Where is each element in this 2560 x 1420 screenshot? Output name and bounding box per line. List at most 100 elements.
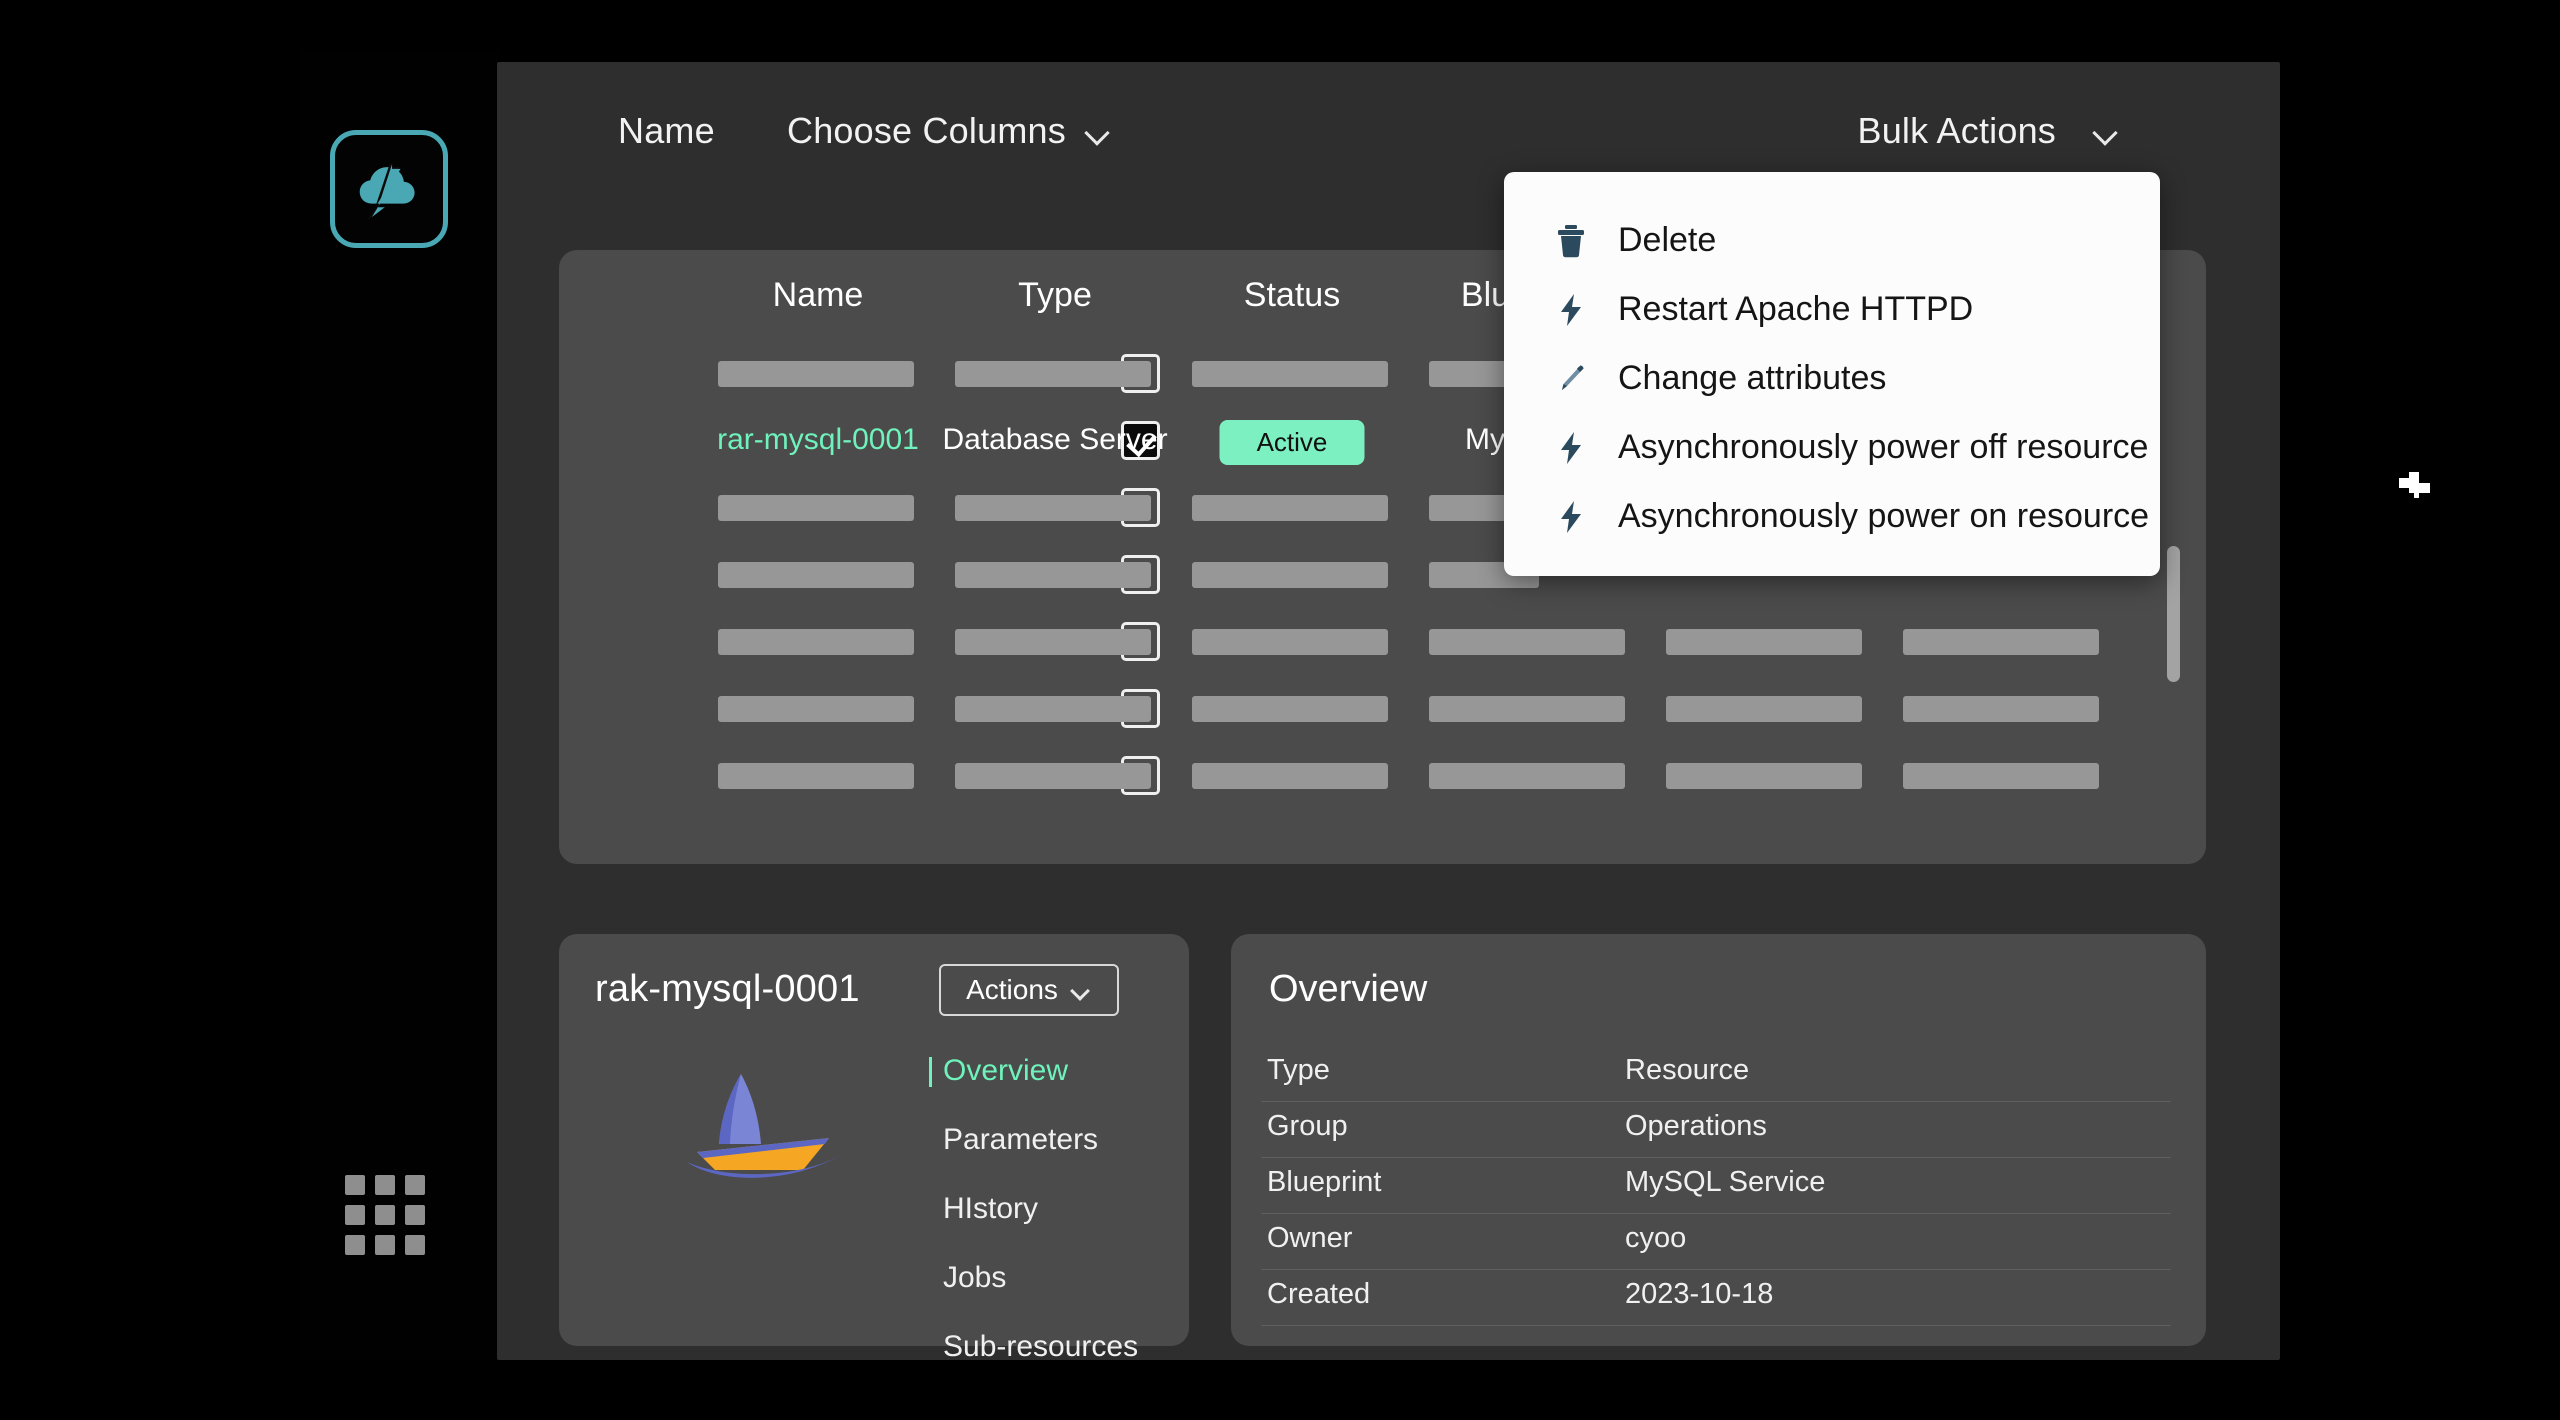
skeleton-bar	[1429, 696, 1625, 722]
bulk-actions-menu: Delete Restart Apache HTTPD Change attribu…	[1504, 172, 2160, 576]
skeleton-bar	[1192, 562, 1388, 588]
grid-dot	[375, 1175, 395, 1195]
overview-value: Resource	[1625, 1054, 1750, 1086]
toolbar-name-label: Name	[618, 110, 715, 151]
grid-dot	[375, 1235, 395, 1255]
skeleton-bar	[1192, 629, 1388, 655]
table-column-header[interactable]: Status	[1244, 276, 1340, 315]
app-grid-icon[interactable]	[345, 1175, 425, 1255]
trash-icon	[1554, 222, 1588, 260]
bulk-action-item[interactable]: Asynchronously power off resource	[1504, 413, 2160, 482]
overview-key: Owner	[1267, 1222, 1353, 1254]
table-row[interactable]	[559, 742, 2206, 809]
overview-row: Owner cyoo	[1261, 1214, 2171, 1270]
skeleton-bar	[1903, 763, 2099, 789]
status-badge: Active	[1219, 420, 1365, 465]
overview-value: cyoo	[1625, 1222, 1687, 1254]
overview-title: Overview	[1269, 968, 1428, 1010]
choose-columns-dropdown[interactable]: Choose Columns	[787, 110, 1112, 152]
grid-dot	[345, 1175, 365, 1195]
skeleton-bar	[1666, 763, 1862, 789]
resource-tab-overview[interactable]: Overview	[929, 1054, 1169, 1088]
overview-row: Group Operations	[1261, 1102, 2171, 1158]
skeleton-bar	[718, 763, 914, 789]
overview-table: Type Resource Group Operations Blueprint MySQ…	[1261, 1046, 2171, 1326]
chevron-down-icon	[2094, 124, 2120, 139]
skeleton-bar	[1666, 696, 1862, 722]
grid-dot	[405, 1205, 425, 1225]
bulk-action-item[interactable]: Restart Apache HTTPD	[1504, 275, 2160, 344]
chevron-down-icon	[1086, 124, 1112, 139]
skeleton-bar	[718, 629, 914, 655]
bulk-action-item[interactable]: Delete	[1504, 206, 2160, 275]
overview-value: 2023-10-18	[1625, 1278, 1774, 1310]
grid-dot	[405, 1175, 425, 1195]
resource-detail-card: rak-mysql-0001 Actions Overview Parameter…	[559, 934, 1189, 1363]
resource-tab-parameters[interactable]: Parameters	[929, 1123, 1169, 1157]
overview-value: MySQL Service	[1625, 1166, 1826, 1198]
choose-columns-label: Choose Columns	[787, 110, 1066, 151]
skeleton-bar	[1903, 696, 2099, 722]
actions-button[interactable]: Actions	[939, 964, 1119, 1016]
resource-tabs: Overview Parameters HIstory Jobs Sub-resourc…	[929, 1054, 1169, 1399]
skeleton-bar	[1666, 629, 1862, 655]
skeleton-bar	[1903, 629, 2099, 655]
overview-row: Type Resource	[1261, 1046, 2171, 1102]
skeleton-bar	[1429, 629, 1625, 655]
vertical-scrollbar[interactable]	[2167, 546, 2180, 682]
table-row[interactable]	[559, 675, 2206, 742]
cloud-lightning-icon	[350, 150, 428, 228]
skeleton-bar	[955, 562, 1151, 588]
bulk-action-item[interactable]: Asynchronously power on resource	[1504, 482, 2160, 551]
skeleton-bar	[718, 562, 914, 588]
bulk-action-label: Asynchronously power on resource	[1618, 497, 2150, 535]
grid-dot	[375, 1205, 395, 1225]
cell-name: rar-mysql-0001	[717, 423, 919, 456]
chevron-down-icon	[1072, 984, 1092, 996]
bulk-actions-label: Bulk Actions	[1857, 110, 2056, 151]
skeleton-bar	[955, 629, 1151, 655]
lightning-icon	[1554, 291, 1588, 329]
resource-tab-sub-resources[interactable]: Sub-resources	[929, 1330, 1169, 1364]
bulk-action-label: Change attributes	[1618, 359, 1887, 397]
overview-row: Created 2023-10-18	[1261, 1270, 2171, 1326]
overview-key: Blueprint	[1267, 1166, 1382, 1198]
resource-tab-jobs[interactable]: Jobs	[929, 1261, 1169, 1295]
sailboat-icon	[679, 1066, 859, 1186]
grid-dot	[345, 1235, 365, 1255]
table-column-header[interactable]: Type	[1018, 276, 1092, 315]
overview-row: Blueprint MySQL Service	[1261, 1158, 2171, 1214]
skeleton-bar	[718, 696, 914, 722]
overview-key: Group	[1267, 1110, 1348, 1142]
cell-type: Database Server	[942, 423, 1168, 456]
screen: Name Choose Columns Bulk Actions Name Typ…	[0, 0, 2560, 1420]
overview-card: Overview Type Resource Group Operations Blue…	[1231, 934, 2206, 1346]
skeleton-bar	[718, 361, 914, 387]
lightning-icon	[1554, 429, 1588, 467]
skeleton-bar	[955, 361, 1151, 387]
lightning-icon	[1554, 498, 1588, 536]
app-logo[interactable]	[330, 130, 448, 248]
skeleton-bar	[1192, 763, 1388, 789]
bulk-action-label: Restart Apache HTTPD	[1618, 290, 1974, 328]
grid-dot	[405, 1235, 425, 1255]
mouse-cursor-icon	[2392, 466, 2438, 512]
skeleton-bar	[1192, 696, 1388, 722]
skeleton-bar	[955, 696, 1151, 722]
skeleton-bar	[1429, 763, 1625, 789]
skeleton-bar	[955, 495, 1151, 521]
table-row[interactable]	[559, 608, 2206, 675]
bulk-actions-dropdown[interactable]: Bulk Actions	[1857, 110, 2120, 152]
skeleton-bar	[718, 495, 914, 521]
bulk-action-label: Delete	[1618, 221, 1717, 259]
skeleton-bar	[1192, 361, 1388, 387]
resource-tab-history[interactable]: HIstory	[929, 1192, 1169, 1226]
table-column-header[interactable]: Name	[773, 276, 864, 315]
bulk-action-item[interactable]: Change attributes	[1504, 344, 2160, 413]
bulk-action-label: Asynchronously power off resource	[1618, 428, 2149, 466]
overview-key: Created	[1267, 1278, 1371, 1310]
pencil-icon	[1554, 360, 1588, 398]
resource-title: rak-mysql-0001	[595, 968, 860, 1010]
overview-key: Type	[1267, 1054, 1330, 1086]
skeleton-bar	[955, 763, 1151, 789]
